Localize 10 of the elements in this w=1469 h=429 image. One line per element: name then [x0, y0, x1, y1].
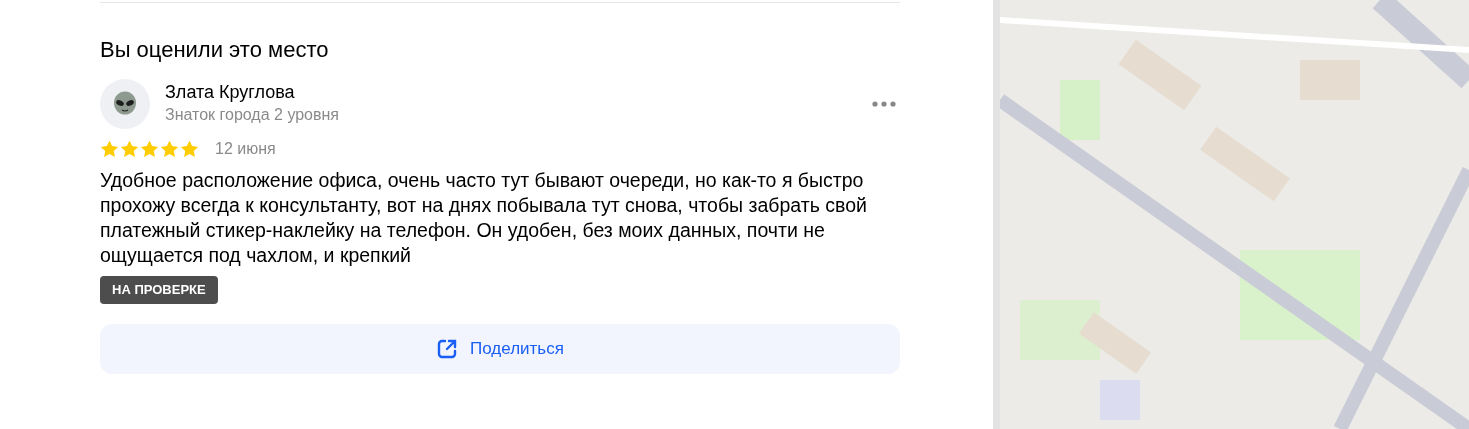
author-level: Знаток города 2 уровня: [165, 105, 340, 125]
section-title: Вы оценили это место: [100, 36, 330, 64]
alien-icon: [112, 91, 138, 117]
status-badge: НА ПРОВЕРКЕ: [100, 276, 218, 304]
review-text: Удобное расположение офиса, очень часто тут бывают очереди, но как-то я быстро прохожу всегда к консультанту, вот на днях побывала тут снова, чтобы забрать свой платежный стикер-наклейку на телефон. Он удобен, без моих данных, почти не ощущается под чахлом, и крепкий: [100, 168, 868, 268]
review-date: 12 июня: [215, 140, 276, 158]
share-icon: [436, 338, 459, 360]
share-button[interactable]: Поделиться: [100, 324, 900, 374]
author-name[interactable]: Злата Круглова: [165, 81, 868, 103]
scrollbar-track[interactable]: [993, 0, 1000, 429]
